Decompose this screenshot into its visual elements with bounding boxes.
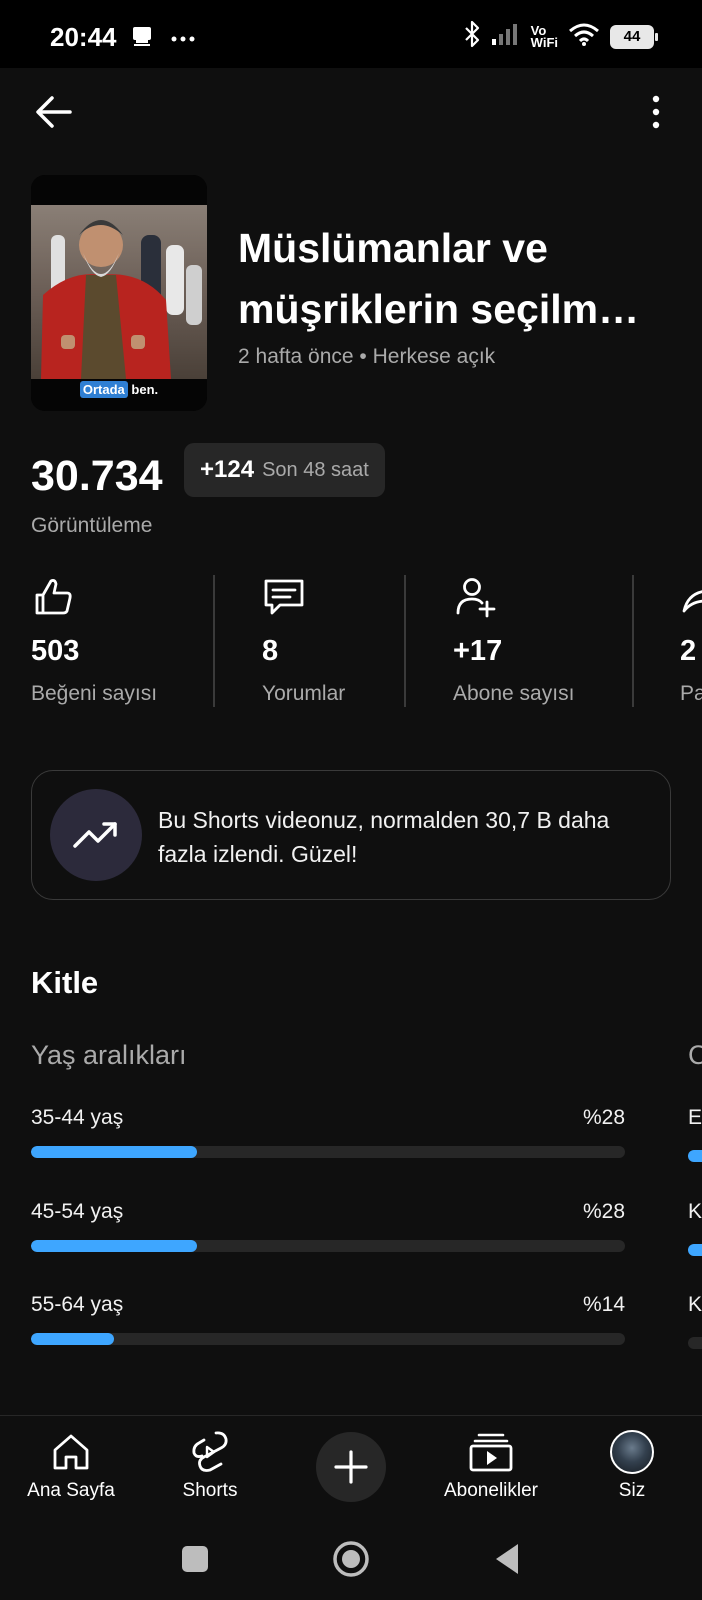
home-system-button[interactable] xyxy=(327,1535,375,1583)
wifi-icon xyxy=(568,22,600,51)
create-button[interactable] xyxy=(316,1432,386,1502)
signal-icon xyxy=(491,22,521,51)
circle-home-icon xyxy=(333,1541,369,1577)
age-percent: %28 xyxy=(582,1106,625,1129)
age-bar-track xyxy=(31,1240,625,1252)
peek-label: K xyxy=(688,1200,702,1223)
square-recents-icon xyxy=(182,1546,208,1572)
age-bar-fill xyxy=(31,1240,198,1252)
stat-value: +17 xyxy=(453,635,503,667)
nav-label: Ana Sayfa xyxy=(27,1480,115,1501)
stat-value: 503 xyxy=(31,635,80,667)
peek-bar xyxy=(688,1337,702,1349)
age-label: 45-54 yaş xyxy=(31,1200,124,1223)
stat-divider xyxy=(632,575,634,707)
caption-rest: ben. xyxy=(127,382,159,397)
avatar xyxy=(610,1430,654,1474)
system-nav-bar xyxy=(0,1517,702,1600)
stat-label: Beğeni sayısı xyxy=(31,682,158,705)
more-options-button[interactable] xyxy=(646,92,666,132)
trending-up-icon xyxy=(50,789,142,881)
avatar-wrap xyxy=(610,1430,654,1474)
views-label: Görüntüleme xyxy=(31,514,153,537)
age-ranges-title: Yaş aralıkları xyxy=(31,1040,187,1070)
triangle-back-icon xyxy=(496,1544,518,1574)
status-time: 20:44 xyxy=(50,22,117,52)
stat-value: 8 xyxy=(262,635,279,667)
nav-label: Abonelikler xyxy=(444,1480,538,1501)
age-percent: %28 xyxy=(582,1200,625,1223)
video-title-line2: müşriklerin seçilm… xyxy=(238,286,640,332)
share-icon xyxy=(680,575,702,619)
age-row: 45-54 yaş %28 xyxy=(31,1200,625,1260)
subscriptions-icon xyxy=(469,1430,513,1474)
audience-title: Kitle xyxy=(31,965,99,1000)
comment-icon xyxy=(262,575,306,619)
stat-label: Yorumlar xyxy=(262,682,346,705)
battery-level: 44 xyxy=(623,28,641,45)
nav-label: Shorts xyxy=(182,1480,238,1501)
insight-card[interactable]: Bu Shorts videonuz, normalden 30,7 B dah… xyxy=(31,770,671,900)
video-title-line1: Müslümanlar ve xyxy=(238,225,548,271)
stat-divider xyxy=(404,575,406,707)
more-vertical-icon xyxy=(652,95,660,129)
age-bar-fill xyxy=(31,1333,115,1345)
peek-bar xyxy=(688,1150,702,1162)
back-system-button[interactable] xyxy=(483,1535,531,1583)
age-label: 35-44 yaş xyxy=(31,1106,124,1129)
insight-text: Bu Shorts videonuz, normalden 30,7 B dah… xyxy=(158,807,610,867)
stat-label: Abone sayısı xyxy=(453,682,575,705)
nav-home[interactable]: Ana Sayfa xyxy=(6,1426,136,1512)
next-panel-row-peek: K xyxy=(688,1293,702,1349)
vowifi-icon: Vo WiFi xyxy=(530,24,558,50)
age-percent: %14 xyxy=(582,1293,625,1316)
stat-label: Pa xyxy=(680,682,702,705)
thumbnail-caption: Ortada ben. xyxy=(31,381,207,398)
stats-row: 503 Beğeni sayısı 8 Yorumlar +17 Abone s… xyxy=(0,575,702,707)
age-bar-track xyxy=(31,1146,625,1158)
nav-subscriptions[interactable]: Abonelikler xyxy=(426,1426,556,1512)
back-button[interactable] xyxy=(30,92,78,132)
more-notifications-icon xyxy=(170,31,196,49)
video-title: Müslümanlar ve müşriklerin seçilm… xyxy=(238,218,678,340)
next-panel-row-peek: E xyxy=(688,1106,702,1162)
video-meta: 2 hafta önce • Herkese açık xyxy=(238,345,496,368)
video-thumbnail[interactable]: Ortada ben. xyxy=(31,175,207,411)
age-label: 55-64 yaş xyxy=(31,1293,124,1316)
bottom-nav: Ana Sayfa Shorts Abonelikler Siz xyxy=(0,1415,702,1517)
age-row: 55-64 yaş %14 xyxy=(31,1293,625,1353)
age-row: 35-44 yaş %28 xyxy=(31,1106,625,1166)
peek-label: E xyxy=(688,1106,702,1129)
like-icon xyxy=(31,575,75,619)
views-delta-chip: +124 Son 48 saat xyxy=(184,443,385,497)
vowifi-bottom: WiFi xyxy=(530,34,558,50)
nav-shorts[interactable]: Shorts xyxy=(145,1426,275,1512)
shorts-icon xyxy=(188,1430,232,1474)
views-count: 30.734 xyxy=(31,452,163,500)
plus-icon xyxy=(334,1450,368,1484)
notification-icon xyxy=(130,24,156,55)
views-delta: +124 xyxy=(200,456,255,483)
stat-value: 2 xyxy=(680,635,697,667)
age-bar-track xyxy=(31,1333,625,1345)
next-panel-row-peek: K xyxy=(688,1200,702,1256)
peek-bar xyxy=(688,1244,702,1256)
nav-you[interactable]: Siz xyxy=(567,1426,697,1512)
bluetooth-icon xyxy=(463,20,481,53)
nav-label: Siz xyxy=(618,1480,646,1501)
age-bar-fill xyxy=(31,1146,198,1158)
caption-highlight: Ortada xyxy=(79,381,128,398)
battery-icon: 44 xyxy=(610,24,658,49)
status-bar: 20:44 Vo WiFi 44 xyxy=(0,0,702,68)
recents-button[interactable] xyxy=(171,1535,219,1583)
add-subscriber-icon xyxy=(453,575,497,619)
views-delta-period: Son 48 saat xyxy=(262,458,369,481)
peek-label: K xyxy=(688,1293,702,1316)
thumbnail-image xyxy=(31,175,207,411)
stat-divider xyxy=(213,575,215,707)
home-icon xyxy=(49,1430,93,1474)
arrow-left-icon xyxy=(36,96,72,128)
next-panel-title-peek[interactable]: C xyxy=(688,1040,702,1071)
